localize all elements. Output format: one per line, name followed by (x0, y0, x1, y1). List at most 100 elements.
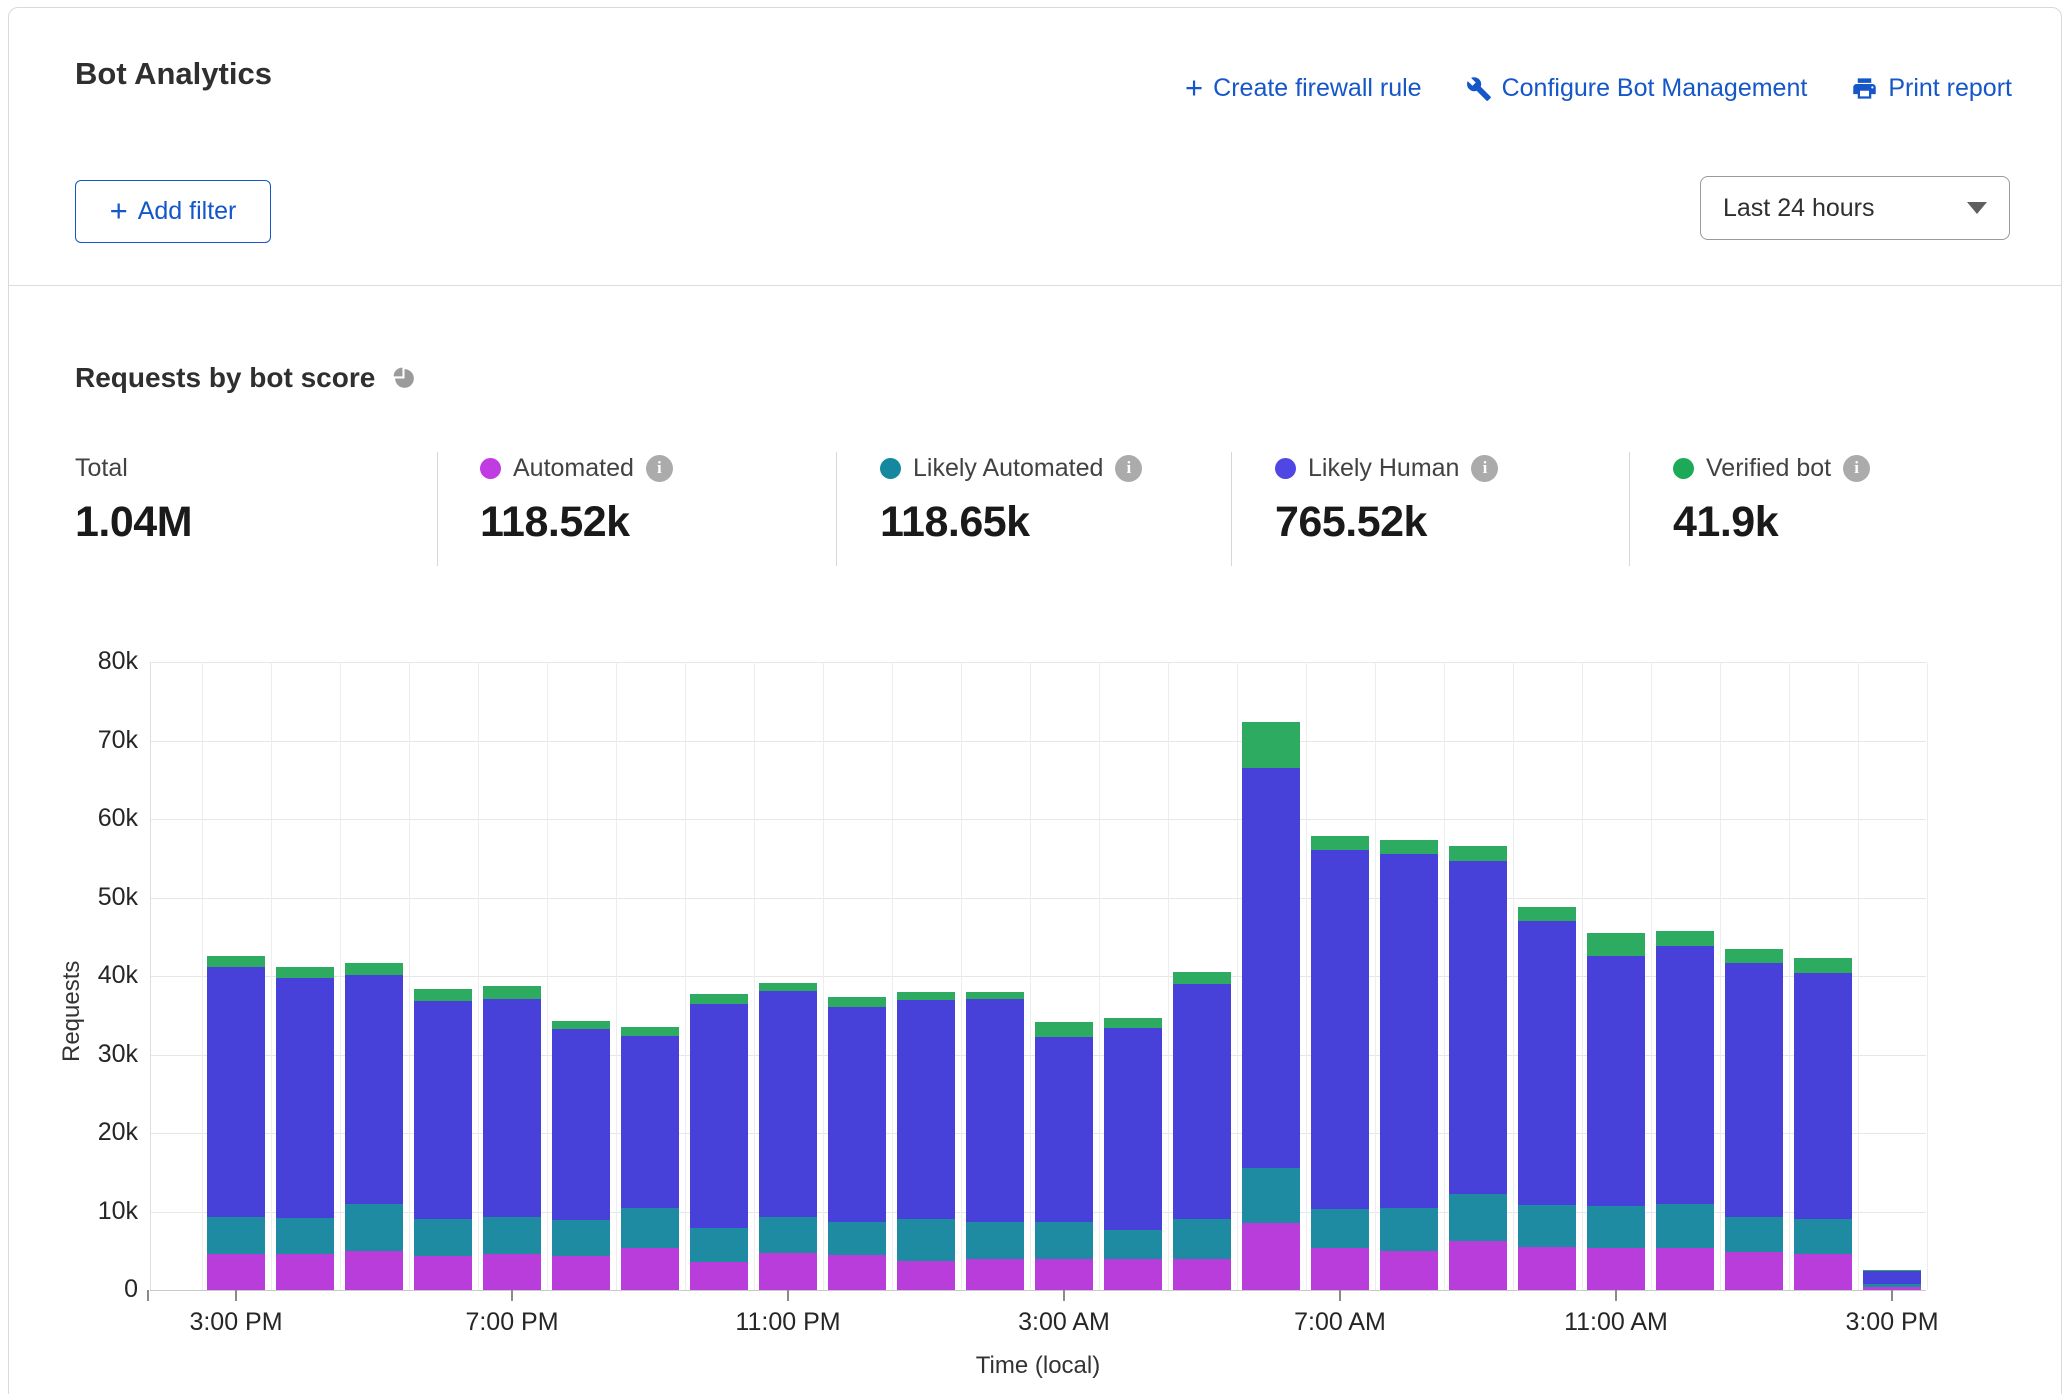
bar-segment-likely-automated (621, 1208, 679, 1248)
bar-11:00 AM[interactable] (1587, 933, 1645, 1290)
bar-segment-automated (1035, 1259, 1093, 1290)
bar-segment-automated (1104, 1259, 1162, 1290)
bar-8:00 AM[interactable] (1380, 840, 1438, 1290)
add-filter-button[interactable]: + Add filter (75, 180, 271, 243)
bar-segment-verified-bot (1656, 931, 1714, 946)
bar-segment-likely-human (897, 1000, 955, 1220)
bar-10:00 PM[interactable] (690, 994, 748, 1290)
header-actions: + Create firewall rule Configure Bot Man… (1185, 74, 2012, 103)
add-filter-label: Add filter (138, 197, 237, 226)
stat-automated: Automated i 118.52k (480, 452, 673, 547)
bar-segment-verified-bot (1242, 722, 1300, 768)
stat-divider (1231, 452, 1232, 566)
bar-segment-likely-automated (207, 1217, 265, 1254)
chevron-down-icon (1967, 202, 1987, 214)
bar-5:00 PM[interactable] (345, 963, 403, 1290)
bar-segment-likely-human (1794, 973, 1852, 1219)
bar-segment-likely-automated (690, 1228, 748, 1262)
bar-3:00 PM[interactable] (1863, 1270, 1921, 1290)
configure-bot-management-link[interactable]: Configure Bot Management (1466, 74, 1808, 103)
bar-segment-automated (1242, 1223, 1300, 1290)
bar-segment-automated (552, 1256, 610, 1290)
bar-segment-likely-human (1104, 1028, 1162, 1230)
print-report-link[interactable]: Print report (1851, 74, 2012, 103)
bar-segment-likely-automated (483, 1217, 541, 1254)
bar-12:00 PM[interactable] (1656, 931, 1714, 1290)
bar-9:00 PM[interactable] (621, 1027, 679, 1290)
bar-segment-verified-bot (1035, 1022, 1093, 1037)
bar-8:00 PM[interactable] (552, 1021, 610, 1290)
bar-segment-likely-human (759, 991, 817, 1217)
bar-segment-likely-automated (1656, 1204, 1714, 1249)
bar-segment-automated (483, 1254, 541, 1290)
bar-segment-likely-human (1725, 963, 1783, 1217)
bar-11:00 PM[interactable] (759, 983, 817, 1290)
bar-12:00 AM[interactable] (828, 997, 886, 1290)
bar-segment-likely-automated (1380, 1208, 1438, 1251)
bar-2:00 AM[interactable] (966, 992, 1024, 1290)
bar-segment-verified-bot (345, 963, 403, 976)
bar-segment-likely-human (483, 999, 541, 1217)
bar-segment-verified-bot (1518, 907, 1576, 921)
bar-segment-automated (690, 1262, 748, 1290)
bar-segment-automated (828, 1255, 886, 1290)
bar-1:00 AM[interactable] (897, 992, 955, 1290)
configure-bot-management-label: Configure Bot Management (1502, 74, 1808, 103)
bar-segment-verified-bot (1449, 846, 1507, 861)
bar-3:00 AM[interactable] (1035, 1022, 1093, 1290)
bar-6:00 PM[interactable] (414, 989, 472, 1290)
bar-segment-likely-human (1311, 850, 1369, 1209)
bar-segment-likely-human (1173, 984, 1231, 1220)
info-icon[interactable]: i (1471, 455, 1498, 482)
bar-segment-likely-human (1035, 1037, 1093, 1221)
bar-6:00 AM[interactable] (1242, 722, 1300, 1290)
bar-segment-verified-bot (1380, 840, 1438, 854)
time-range-select[interactable]: Last 24 hours (1700, 176, 2010, 240)
bar-segment-likely-automated (1242, 1168, 1300, 1223)
bar-segment-automated (414, 1256, 472, 1290)
bar-segment-likely-human (966, 999, 1024, 1222)
bar-7:00 PM[interactable] (483, 986, 541, 1290)
bar-segment-likely-human (552, 1029, 610, 1220)
bar-segment-likely-automated (552, 1220, 610, 1256)
bar-segment-verified-bot (828, 997, 886, 1007)
bar-segment-likely-automated (1794, 1219, 1852, 1254)
section-title-text: Requests by bot score (75, 362, 375, 394)
likely-human-dot (1275, 458, 1296, 479)
bar-segment-likely-automated (276, 1218, 334, 1254)
time-range-value: Last 24 hours (1723, 194, 1875, 223)
stat-verified-bot-label: Verified bot (1706, 454, 1831, 483)
bar-2:00 PM[interactable] (1794, 958, 1852, 1290)
bar-segment-likely-human (1587, 956, 1645, 1206)
bar-10:00 AM[interactable] (1518, 907, 1576, 1290)
stat-automated-value: 118.52k (480, 498, 673, 547)
info-icon[interactable]: i (646, 455, 673, 482)
stat-divider (437, 452, 438, 566)
bar-segment-likely-automated (828, 1222, 886, 1255)
header-divider (9, 285, 2061, 286)
bar-segment-verified-bot (759, 983, 817, 991)
bar-3:00 PM[interactable] (207, 956, 265, 1290)
bar-9:00 AM[interactable] (1449, 846, 1507, 1290)
bar-5:00 AM[interactable] (1173, 972, 1231, 1290)
x-axis-title: Time (local) (958, 1352, 1118, 1380)
info-icon[interactable]: i (1115, 455, 1142, 482)
page-title: Bot Analytics (75, 56, 272, 92)
bar-4:00 AM[interactable] (1104, 1018, 1162, 1290)
create-firewall-rule-link[interactable]: + Create firewall rule (1185, 74, 1422, 103)
info-icon[interactable]: i (1843, 455, 1870, 482)
bar-segment-likely-automated (1449, 1194, 1507, 1240)
bar-segment-likely-human (1863, 1271, 1921, 1284)
stat-likely-automated-value: 118.65k (880, 498, 1142, 547)
likely-automated-dot (880, 458, 901, 479)
bar-segment-likely-human (276, 978, 334, 1217)
bar-segment-verified-bot (483, 986, 541, 999)
stat-likely-automated: Likely Automated i 118.65k (880, 452, 1142, 547)
bar-segment-automated (966, 1259, 1024, 1290)
bar-segment-likely-automated (1587, 1206, 1645, 1248)
bar-4:00 PM[interactable] (276, 967, 334, 1290)
stat-likely-automated-label: Likely Automated (913, 454, 1103, 483)
bar-segment-likely-human (1449, 861, 1507, 1194)
bar-7:00 AM[interactable] (1311, 836, 1369, 1290)
bar-1:00 PM[interactable] (1725, 949, 1783, 1290)
